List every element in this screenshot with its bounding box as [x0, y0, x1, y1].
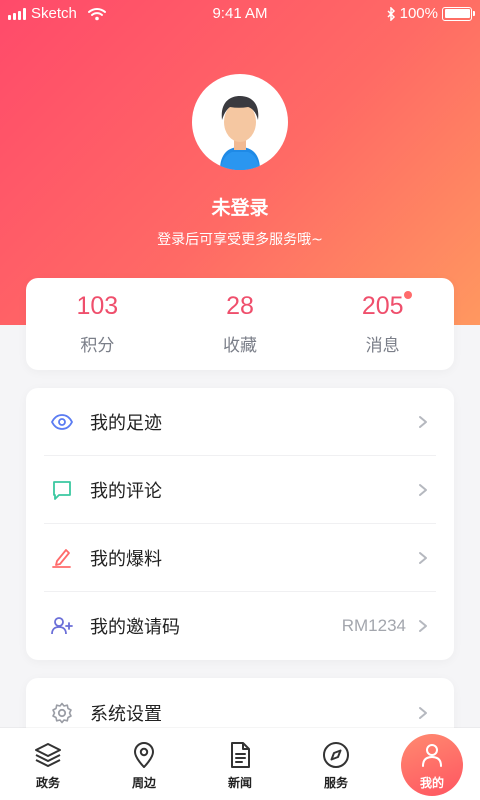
stat-label: 消息: [365, 336, 400, 356]
menu-item-footprints[interactable]: 我的足迹: [44, 388, 436, 456]
login-hint[interactable]: 登录后可享受更多服务哦~: [0, 229, 480, 249]
chevron-right-icon: [419, 415, 427, 428]
menu-item-label: 我的评论: [90, 480, 162, 502]
menu-card: 我的足迹 我的评论 我的爆料 我的邀请码 RM1234: [26, 388, 454, 660]
stat-points[interactable]: 103 积分: [26, 278, 169, 370]
battery-icon: [442, 6, 475, 21]
chevron-right-icon: [419, 707, 427, 719]
add-user-icon: [50, 614, 74, 638]
stats-card: 103 积分 28 收藏 205 消息: [26, 278, 454, 370]
tab-government[interactable]: 政务: [0, 728, 96, 800]
location-pin-icon: [134, 742, 154, 768]
stat-favorites[interactable]: 28 收藏: [169, 278, 312, 370]
compass-icon: [323, 742, 349, 768]
tab-label: 服务: [323, 776, 348, 790]
tab-label: 周边: [131, 776, 156, 790]
menu-item-label: 我的足迹: [90, 412, 162, 434]
default-avatar-icon: [220, 96, 260, 170]
stat-value: 28: [226, 292, 254, 320]
stat-messages[interactable]: 205 消息: [311, 278, 454, 370]
bluetooth-icon: [387, 6, 395, 21]
status-bar: Sketch 9:41 AM 100%: [0, 0, 480, 28]
tab-mine[interactable]: 我的: [384, 728, 480, 800]
layers-icon: [35, 743, 61, 767]
menu-item-label: 我的邀请码: [90, 617, 180, 638]
edit-icon: [50, 546, 74, 570]
tab-label: 新闻: [227, 776, 252, 790]
chevron-right-icon: [419, 483, 427, 496]
menu-item-reports[interactable]: 我的爆料: [44, 524, 436, 592]
chevron-right-icon: [419, 620, 427, 632]
tab-label: 我的: [419, 776, 444, 790]
comment-icon: [50, 478, 74, 502]
unread-dot: [404, 291, 413, 299]
stat-value: 205: [361, 292, 404, 320]
tab-nearby[interactable]: 周边: [96, 728, 192, 800]
stat-label: 收藏: [223, 336, 257, 356]
eye-icon: [50, 410, 74, 434]
menu-item-label: 我的爆料: [90, 548, 162, 570]
chevron-right-icon: [419, 551, 427, 564]
stat-label: 积分: [80, 336, 115, 356]
tab-news[interactable]: 新闻: [192, 728, 288, 800]
battery-percent: 100%: [399, 5, 438, 22]
menu-item-label: 系统设置: [90, 704, 162, 725]
stat-value: 103: [76, 292, 119, 320]
username[interactable]: 未登录: [0, 193, 480, 220]
menu-item-comments[interactable]: 我的评论: [44, 456, 436, 524]
user-icon: [422, 744, 442, 767]
avatar[interactable]: [192, 74, 288, 170]
invite-code-value: RM1234: [341, 616, 406, 635]
gear-icon: [50, 701, 74, 725]
menu-item-invite-code[interactable]: 我的邀请码 RM1234: [44, 592, 436, 660]
tab-label: 政务: [35, 776, 60, 790]
tab-services[interactable]: 服务: [288, 728, 384, 800]
document-icon: [231, 742, 250, 768]
tab-bar: 政务 周边 新闻 服务 我的: [0, 728, 480, 800]
